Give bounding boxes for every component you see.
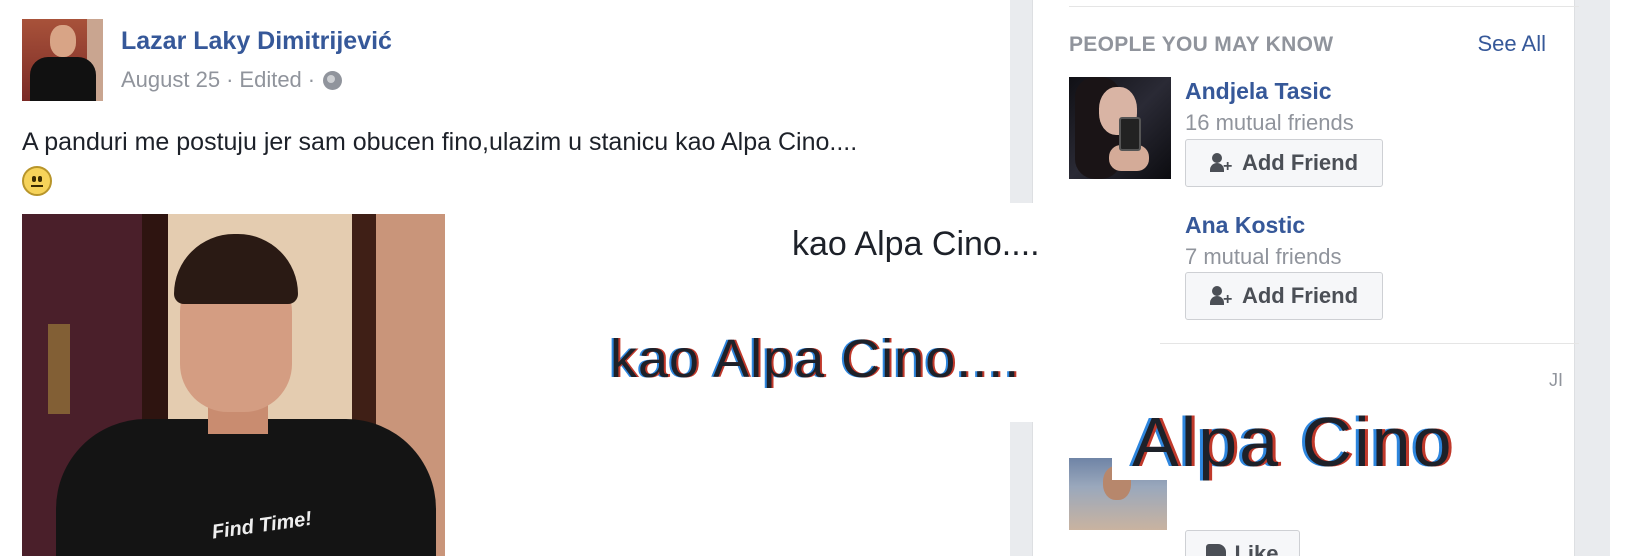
post-photo[interactable]: Find Time! (22, 214, 445, 556)
mutual-friends[interactable]: 16 mutual friends (1185, 110, 1354, 136)
post-meta: August 25 · Edited · (121, 67, 343, 93)
person-photo-andjela[interactable] (1069, 77, 1171, 179)
avatar-head (50, 25, 76, 57)
add-friend-label: Add Friend (1241, 150, 1359, 175)
emoji-eye (32, 176, 36, 182)
photo-figurine (48, 324, 70, 414)
rail-corner-text: JI (1549, 370, 1564, 390)
mutual-friends[interactable]: 7 mutual friends (1185, 244, 1342, 270)
zoom-caption-medium: kao Alpa Cino.... (600, 282, 1160, 422)
like-label: Like (1234, 541, 1279, 556)
person-name[interactable]: Ana Kostic (1185, 212, 1305, 239)
author-avatar[interactable] (22, 19, 103, 101)
phone-icon (1119, 117, 1141, 151)
add-friend-icon: + (1209, 286, 1234, 308)
add-friend-button[interactable]: + Add Friend (1185, 272, 1383, 320)
post-date[interactable]: August 25 (121, 67, 220, 93)
smile-emoji-icon (22, 166, 52, 196)
meta-separator: · (307, 67, 316, 92)
pymk-title: PEOPLE YOU MAY KNOW (1069, 33, 1334, 56)
person-name[interactable]: Andjela Tasic (1185, 78, 1332, 105)
emoji-mouth (31, 185, 43, 189)
post-author-name[interactable]: Lazar Laky Dimitrijević (121, 27, 392, 56)
add-friend-icon: + (1209, 153, 1234, 175)
thumbs-up-icon (1206, 544, 1227, 556)
zoom-caption-large: Alpa Cino (1112, 380, 1532, 481)
post-text: A panduri me postuju jer sam obucen fino… (22, 128, 858, 156)
post-edited-label[interactable]: Edited (239, 67, 301, 93)
see-all-link[interactable]: See All (1478, 31, 1547, 57)
globe-icon[interactable] (323, 70, 343, 90)
add-friend-label: Add Friend (1241, 283, 1359, 308)
meta-separator: · (226, 67, 234, 92)
emoji-eye (38, 176, 42, 182)
add-friend-button[interactable]: + Add Friend (1185, 139, 1383, 187)
divider (1069, 6, 1579, 7)
like-button[interactable]: Like (1185, 530, 1300, 556)
avatar-shirt (30, 57, 96, 101)
zoom-caption-small: kao Alpa Cino.... (760, 203, 1180, 283)
